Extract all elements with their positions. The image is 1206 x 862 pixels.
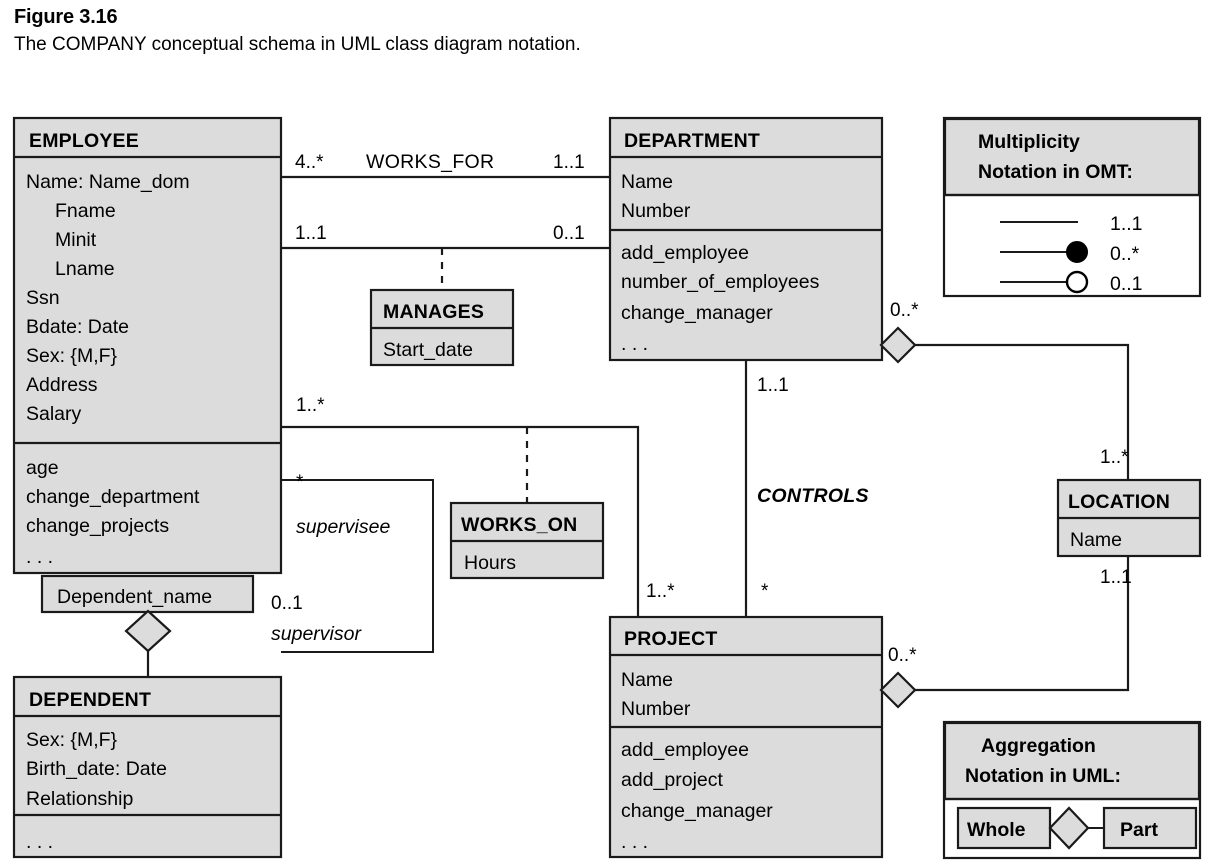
dependent-title: DEPENDENT — [29, 689, 151, 711]
legend-filled-circle-icon — [1066, 241, 1088, 263]
class-project[interactable]: PROJECT Name Number add_employee add_pro… — [608, 615, 884, 859]
controls-department-multiplicity: 1..1 — [757, 375, 789, 396]
department-operation: . . . — [621, 333, 648, 355]
class-employee[interactable]: EMPLOYEE Name: Name_dom Fname Minit Lnam… — [12, 116, 283, 575]
uml-class-diagram: EMPLOYEE Name: Name_dom Fname Minit Lnam… — [12, 116, 1202, 860]
project-operation: add_project — [621, 769, 723, 791]
works-for-right-multiplicity: 1..1 — [553, 152, 585, 173]
manages-right-multiplicity: 0..1 — [553, 223, 585, 244]
project-title: PROJECT — [624, 628, 718, 650]
supervisor-multiplicity: 0..1 — [271, 593, 303, 614]
supervisor-role-label: supervisor — [271, 623, 362, 645]
employee-attribute: Name: Name_dom — [26, 171, 190, 193]
aggregation-legend-title-line1: Aggregation — [981, 735, 1096, 757]
association-class-works-on[interactable]: WORKS_ON Hours — [449, 501, 605, 580]
employee-attribute: Bdate: Date — [26, 316, 129, 338]
employee-attribute: Address — [26, 374, 98, 396]
legend-multiplicity-label: 0..* — [1110, 243, 1140, 265]
class-dependent[interactable]: DEPENDENT Sex: {M,F} Birth_date: Date Re… — [12, 675, 283, 859]
legend-aggregation: Aggregation Notation in UML: Whole Part — [942, 720, 1202, 860]
employee-operation: . . . — [26, 546, 53, 568]
manages-left-multiplicity: 1..1 — [295, 223, 327, 244]
employee-attribute: Ssn — [26, 287, 60, 309]
works-on-title: WORKS_ON — [461, 514, 577, 536]
works-on-project-multiplicity: 1..* — [646, 581, 675, 602]
department-aggregation-diamond — [879, 326, 917, 364]
aggregation-whole-label: Whole — [967, 819, 1026, 841]
project-attribute: Number — [621, 698, 691, 720]
supervisee-role-label: supervisee — [296, 516, 390, 538]
manages-title: MANAGES — [383, 301, 484, 323]
department-title: DEPARTMENT — [624, 130, 760, 152]
department-operation: number_of_employees — [621, 271, 820, 293]
location-title: LOCATION — [1068, 491, 1170, 513]
works-for-left-multiplicity: 4..* — [295, 152, 324, 173]
project-aggregation-multiplicity: 0..* — [888, 645, 917, 666]
department-aggregation-multiplicity: 0..* — [890, 300, 919, 321]
location-upper-multiplicity: 1..* — [1100, 447, 1129, 468]
employee-attribute: Minit — [55, 229, 97, 251]
dependent-name-label: Dependent_name — [57, 586, 212, 608]
works-for-name: WORKS_FOR — [366, 151, 494, 173]
dependent-attribute: Birth_date: Date — [26, 758, 167, 780]
class-location[interactable]: LOCATION Name — [1056, 478, 1202, 558]
department-operation: change_manager — [621, 302, 773, 324]
department-operation: add_employee — [621, 242, 749, 264]
employee-operation: change_projects — [26, 515, 169, 537]
employee-attribute: Salary — [26, 403, 82, 425]
class-department[interactable]: DEPARTMENT Name Number add_employee numb… — [608, 116, 884, 362]
supervisee-multiplicity: * — [296, 472, 304, 493]
employee-attribute: Lname — [55, 258, 115, 280]
project-aggregation-diamond — [879, 671, 917, 709]
project-operation: . . . — [621, 831, 648, 853]
controls-name: CONTROLS — [757, 485, 869, 507]
project-operation: add_employee — [621, 739, 749, 761]
project-attribute: Name — [621, 669, 673, 691]
controls-project-multiplicity: * — [761, 581, 769, 602]
multiplicity-legend-title-line2: Notation in OMT: — [978, 161, 1133, 183]
dependent-attribute: Sex: {M,F} — [26, 729, 118, 751]
works-on-attribute: Hours — [464, 552, 516, 574]
dependent-aggregation-diamond — [124, 609, 172, 653]
qualifier-dependent-name[interactable]: Dependent_name — [40, 574, 255, 614]
department-attribute: Name — [621, 171, 673, 193]
association-class-manages[interactable]: MANAGES Start_date — [369, 288, 515, 367]
location-lower-multiplicity: 1..1 — [1100, 567, 1132, 588]
aggregation-part-label: Part — [1120, 819, 1158, 841]
legend-multiplicity: Multiplicity Notation in OMT: 1..1 0..* … — [942, 116, 1202, 298]
legend-open-circle-icon — [1065, 270, 1089, 294]
legend-multiplicity-label: 1..1 — [1110, 213, 1143, 235]
location-attribute: Name — [1070, 529, 1122, 551]
dependent-operation: . . . — [26, 831, 53, 853]
employee-attribute: Sex: {M,F} — [26, 345, 118, 367]
manages-attribute: Start_date — [383, 339, 473, 361]
department-location-aggregation-line — [915, 343, 1130, 480]
department-attribute: Number — [621, 200, 691, 222]
employee-operation: age — [26, 457, 59, 479]
employee-attribute: Fname — [55, 200, 116, 222]
project-location-aggregation-line — [915, 556, 1130, 692]
works-on-employee-multiplicity: 1..* — [296, 395, 325, 416]
employee-title: EMPLOYEE — [29, 130, 139, 152]
legend-multiplicity-label: 0..1 — [1110, 273, 1143, 295]
employee-operation: change_department — [26, 486, 200, 508]
aggregation-legend-title-line2: Notation in UML: — [965, 765, 1121, 787]
dependent-attribute: Relationship — [26, 788, 133, 810]
multiplicity-legend-title-line1: Multiplicity — [978, 131, 1080, 153]
project-operation: change_manager — [621, 800, 773, 822]
